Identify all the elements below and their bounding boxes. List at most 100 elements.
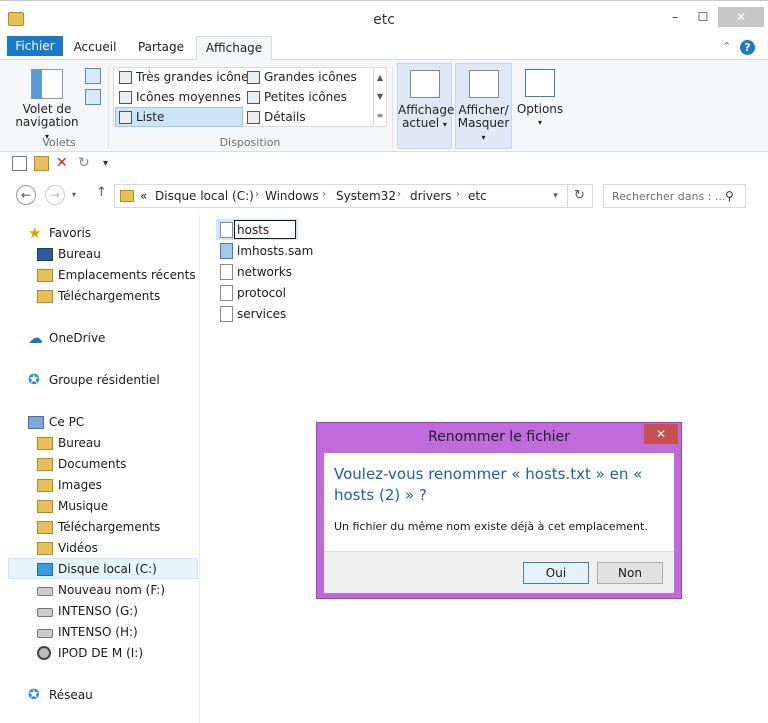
address-bar[interactable]: « Disque local (C:) › Windows › System32… (114, 184, 593, 208)
show-hide-icon (468, 70, 499, 98)
folder-icon (37, 479, 53, 492)
preview-pane-icon[interactable] (85, 68, 101, 84)
scroll-down-icon[interactable]: ▼ (374, 87, 386, 106)
refresh-icon[interactable]: ↻ (567, 185, 591, 207)
breadcrumb-separator-icon[interactable]: › (456, 189, 460, 200)
layout-small-icons[interactable]: Petites icônes (244, 88, 372, 108)
ribbon-tabs: Fichier Accueil Partage Affichage (0, 36, 768, 61)
list-icon (119, 111, 132, 124)
breadcrumb-etc[interactable]: etc (468, 189, 487, 203)
dialog-info: Un fichier du même nom existe déjà à cet… (334, 520, 648, 533)
tab-view[interactable]: Affichage (196, 36, 272, 61)
dialog-question: Voulez-vous renommer « hosts.txt » en « … (334, 465, 643, 504)
file-icon (220, 306, 233, 322)
options-label: Options ▾ (515, 103, 565, 129)
options-button[interactable]: Options ▾ (515, 63, 565, 149)
maximize-button[interactable]: ☐ (690, 7, 716, 27)
rename-input[interactable] (234, 220, 296, 239)
computer-icon (28, 416, 44, 429)
search-input[interactable]: Rechercher dans : ... (612, 190, 725, 203)
text-file-icon (220, 222, 233, 238)
help-icon[interactable]: ? (740, 40, 755, 55)
nav-documents-label: Documents (58, 457, 127, 471)
layout-list[interactable]: Liste (115, 107, 243, 127)
layout-details-label: Détails (264, 110, 306, 124)
no-button[interactable]: Non (597, 562, 663, 584)
breadcrumb-prefix[interactable]: « (140, 189, 147, 203)
delete-icon[interactable]: ✕ (56, 156, 71, 171)
details-pane-icon[interactable] (85, 89, 101, 105)
layout-large-icons[interactable]: Grandes icônes (244, 68, 372, 88)
collapse-ribbon-icon[interactable]: ⌃ (722, 40, 731, 53)
downloads-icon (37, 290, 53, 303)
layout-gallery-scroll[interactable]: ▲ ▼ ≡ (373, 68, 386, 126)
nav-drive-f-label: Nouveau nom (F:) (58, 583, 166, 597)
nav-local-disk[interactable]: Disque local (C:) (8, 558, 198, 579)
current-view-button[interactable]: Affichage actuel ▾ (397, 63, 454, 149)
breadcrumb-drivers[interactable]: drivers (410, 189, 452, 203)
breadcrumb-separator-icon[interactable]: › (322, 189, 326, 200)
file-icon (220, 285, 233, 301)
cloud-icon: ☁ (28, 329, 43, 347)
breadcrumb-separator-icon[interactable]: › (255, 189, 259, 200)
group-label-layout: Disposition (219, 136, 281, 149)
layout-very-large-label: Très grandes icônes (136, 70, 255, 84)
nav-recent-label: Emplacements récents (58, 268, 196, 282)
back-button[interactable]: ← (16, 185, 36, 205)
folder-icon (37, 458, 53, 471)
properties-icon[interactable] (12, 156, 27, 171)
up-button[interactable]: ↑ (96, 185, 107, 200)
chevron-down-icon: ▾ (442, 120, 447, 129)
medium-icons-icon (119, 91, 132, 104)
show-hide-label-2: Masquer (457, 116, 510, 130)
nav-drive-h-label: INTENSO (H:) (58, 625, 138, 639)
nav-pc-desktop-label: Bureau (58, 436, 101, 450)
layout-details[interactable]: Détails (244, 108, 372, 128)
layout-medium-icons[interactable]: Icônes moyennes (116, 88, 244, 108)
nav-music-label: Musique (58, 499, 109, 513)
scroll-up-icon[interactable]: ▲ (374, 68, 386, 87)
dialog-body: Voulez-vous renommer « hosts.txt » en « … (324, 453, 674, 593)
forward-button[interactable]: → (45, 185, 65, 205)
minimize-button[interactable]: – (662, 7, 688, 27)
details-icon (247, 111, 260, 124)
layout-very-large-icons[interactable]: Très grandes icônes (116, 68, 255, 88)
tab-share[interactable]: Partage (128, 36, 194, 60)
nav-videos-label: Vidéos (58, 541, 98, 555)
expand-gallery-icon[interactable]: ≡ (374, 106, 386, 125)
current-view-label: Affichage actuel ▾ (398, 104, 454, 131)
new-folder-icon[interactable] (34, 156, 49, 171)
search-box[interactable]: Rechercher dans : ... ⚲ (603, 184, 746, 208)
windows-drive-icon (37, 563, 53, 576)
nav-local-disk-label: Disque local (C:) (58, 562, 157, 576)
tab-file[interactable]: Fichier (7, 36, 63, 56)
show-hide-button[interactable]: Afficher/ Masquer ▾ (455, 63, 512, 149)
yes-button[interactable]: Oui (523, 562, 589, 584)
file-name: protocol (237, 286, 286, 300)
layout-small-label: Petites icônes (264, 90, 347, 104)
file-name: networks (237, 265, 292, 279)
sort-icon (409, 70, 440, 98)
breadcrumb-separator-icon[interactable]: › (397, 189, 401, 200)
disc-drive-icon (37, 646, 51, 660)
folder-icon (120, 190, 134, 202)
breadcrumb-windows[interactable]: Windows (265, 189, 319, 203)
close-button[interactable]: ✕ (718, 7, 764, 27)
sam-file-icon (220, 243, 233, 259)
nav-desktop-label: Bureau (58, 247, 101, 261)
options-icon (525, 69, 555, 97)
title-bar: etc – ☐ ✕ (0, 0, 768, 36)
breadcrumb-local-disk[interactable]: Disque local (C:) (155, 189, 254, 203)
undo-icon[interactable]: ↻ (78, 156, 93, 171)
nav-images-label: Images (58, 478, 102, 492)
dialog-close-button[interactable]: ✕ (644, 424, 678, 444)
customize-qat-icon[interactable]: ▾ (103, 156, 118, 171)
search-icon[interactable]: ⚲ (725, 189, 734, 203)
nav-onedrive-label: OneDrive (49, 331, 106, 345)
folder-icon (37, 437, 53, 450)
file-name: services (237, 307, 287, 321)
tab-home[interactable]: Accueil (66, 36, 124, 60)
breadcrumb-system32[interactable]: System32 (336, 189, 396, 203)
address-dropdown-icon[interactable]: ▾ (545, 187, 565, 205)
recent-locations-icon[interactable]: ▾ (72, 190, 76, 199)
